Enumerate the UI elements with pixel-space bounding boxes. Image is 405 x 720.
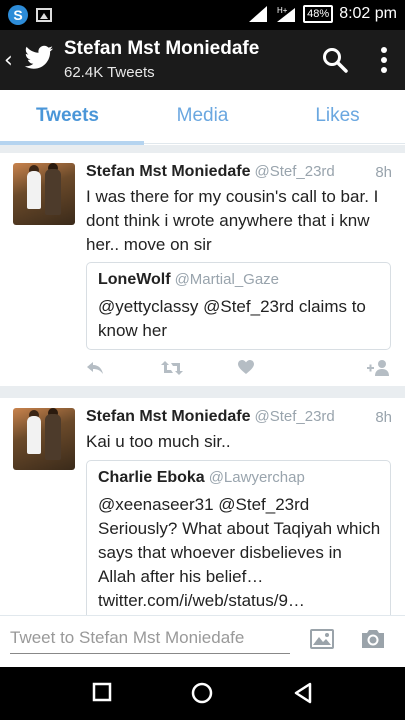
tweet-handle: @Stef_23rd	[254, 408, 335, 425]
profile-title: Stefan Mst Moniedafe	[64, 38, 260, 59]
tab-media[interactable]: Media	[135, 90, 270, 143]
tweet-item[interactable]: Stefan Mst Moniedafe @Stef_23rd 8h Kai u …	[0, 398, 405, 615]
avatar[interactable]	[13, 408, 75, 470]
quoted-author: LoneWolf @Martial_Gaze	[98, 271, 280, 288]
tweet-count: 62.4K Tweets	[64, 64, 155, 81]
compose-input[interactable]: Tweet to Stefan Mst Moniedafe	[10, 626, 290, 654]
profile-tabs: Tweets Media Likes	[0, 90, 405, 144]
tab-tweets[interactable]: Tweets	[0, 90, 135, 143]
signal-icon	[249, 6, 268, 22]
quoted-tweet[interactable]: LoneWolf @Martial_Gaze @yettyclassy @Stef…	[86, 262, 391, 350]
quoted-tweet[interactable]: Charlie Eboka @Lawyerchap @xeenaseer31 @S…	[86, 460, 391, 615]
tweet-time: 8h	[375, 409, 392, 426]
tweet-feed[interactable]: Stefan Mst Moniedafe @Stef_23rd 8h I was …	[0, 145, 405, 615]
back-icon[interactable]: ‹	[4, 48, 13, 73]
tweet-actions	[86, 360, 396, 384]
quoted-text: @yettyclassy @Stef_23rd claims to know h…	[98, 297, 366, 340]
like-icon[interactable]	[238, 360, 254, 375]
avatar[interactable]	[13, 163, 75, 225]
tweet-time: 8h	[375, 164, 392, 181]
tweet-author[interactable]: Stefan Mst Moniedafe @Stef_23rd	[86, 163, 335, 181]
app-notification-icon: S	[8, 5, 28, 25]
home-icon[interactable]	[191, 682, 213, 704]
tweet-author[interactable]: Stefan Mst Moniedafe @Stef_23rd	[86, 408, 335, 426]
back-nav-icon[interactable]	[293, 682, 313, 704]
recent-apps-icon[interactable]	[92, 682, 112, 702]
compose-bar: Tweet to Stefan Mst Moniedafe	[0, 615, 405, 667]
tab-likes[interactable]: Likes	[270, 90, 405, 143]
twitter-bird-icon[interactable]	[24, 45, 54, 71]
clock: 8:02 pm	[339, 5, 397, 22]
quoted-text: @xeenaseer31 @Stef_23rd Seriously? What …	[98, 495, 381, 610]
quoted-handle: @Martial_Gaze	[174, 271, 280, 288]
status-bar: S H+ 48% 8:02 pm	[0, 0, 405, 30]
system-nav-bar	[0, 667, 405, 720]
photo-icon[interactable]	[309, 628, 335, 650]
tweet-item[interactable]: Stefan Mst Moniedafe @Stef_23rd 8h I was …	[0, 153, 405, 386]
search-icon[interactable]	[322, 47, 348, 73]
cell-signal-icon: H+	[277, 6, 296, 22]
quoted-handle: @Lawyerchap	[208, 469, 305, 486]
tweet-handle: @Stef_23rd	[254, 163, 335, 180]
reply-icon[interactable]	[86, 360, 104, 376]
retweet-icon[interactable]	[161, 360, 183, 376]
tweet-text: Kai u too much sir..	[86, 432, 231, 451]
quoted-author: Charlie Eboka @Lawyerchap	[98, 469, 305, 486]
image-notification-icon	[36, 8, 52, 22]
app-bar: ‹ Stefan Mst Moniedafe 62.4K Tweets	[0, 30, 405, 90]
camera-icon[interactable]	[360, 628, 386, 650]
svg-text:H+: H+	[277, 6, 288, 15]
tweet-text: I was there for my cousin's call to bar.…	[86, 187, 379, 254]
more-options-icon[interactable]	[380, 46, 388, 74]
battery-indicator: 48%	[303, 5, 334, 23]
follow-icon[interactable]	[367, 360, 391, 376]
